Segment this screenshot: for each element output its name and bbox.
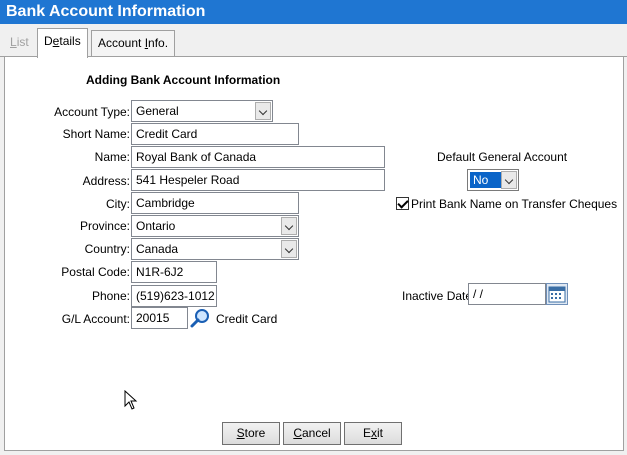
postal-code-input[interactable]: N1R-6J2 [131, 261, 217, 283]
address-input[interactable]: 541 Hespeler Road [131, 169, 385, 191]
tab-details[interactable]: Details [37, 28, 88, 58]
country-label: Country: [84, 242, 130, 256]
chevron-down-icon[interactable] [501, 171, 517, 189]
tab-bar: List Details Account Info. [0, 24, 627, 58]
account-type-select[interactable]: General [131, 100, 273, 122]
gl-account-input[interactable]: 20015 [131, 307, 188, 329]
name-label: Name: [94, 150, 130, 164]
store-button[interactable]: Store [222, 422, 280, 445]
chevron-down-icon[interactable] [255, 102, 271, 120]
print-bank-name-checkbox[interactable] [396, 197, 409, 210]
tab-list[interactable]: List [4, 30, 35, 57]
phone-input[interactable]: (519)623-1012 [131, 285, 217, 307]
gl-account-label: G/L Account: [61, 312, 130, 326]
calendar-icon[interactable] [546, 283, 568, 305]
chevron-down-icon[interactable] [281, 240, 297, 258]
gl-account-description: Credit Card [216, 312, 278, 326]
inactive-date-input[interactable]: / / [468, 283, 546, 305]
short-name-input[interactable]: Credit Card [131, 123, 299, 145]
account-type-label: Account Type: [54, 105, 130, 119]
name-input[interactable]: Royal Bank of Canada [131, 146, 385, 168]
address-label: Address: [82, 174, 130, 188]
default-general-account-label: Default General Account [437, 150, 568, 164]
print-bank-name-label: Print Bank Name on Transfer Cheques [411, 197, 618, 211]
phone-label: Phone: [91, 289, 130, 303]
window-title: Bank Account Information [0, 0, 627, 24]
cancel-button[interactable]: Cancel [283, 422, 341, 445]
province-label: Province: [79, 219, 130, 233]
inactive-date-label: Inactive Date: [402, 289, 476, 303]
exit-button[interactable]: Exit [344, 422, 402, 445]
city-input[interactable]: Cambridge [131, 192, 299, 214]
postal-code-label: Postal Code: [61, 265, 130, 279]
province-select[interactable]: Ontario [131, 215, 299, 237]
section-title: Adding Bank Account Information [86, 73, 281, 87]
default-general-account-select[interactable]: No [467, 169, 519, 191]
tab-account-info[interactable]: Account Info. [91, 30, 176, 57]
mouse-cursor-icon [124, 389, 138, 410]
search-icon[interactable] [189, 307, 211, 329]
short-name-label: Short Name: [62, 127, 130, 141]
city-label: City: [106, 197, 130, 211]
country-select[interactable]: Canada [131, 238, 299, 260]
chevron-down-icon[interactable] [281, 217, 297, 235]
